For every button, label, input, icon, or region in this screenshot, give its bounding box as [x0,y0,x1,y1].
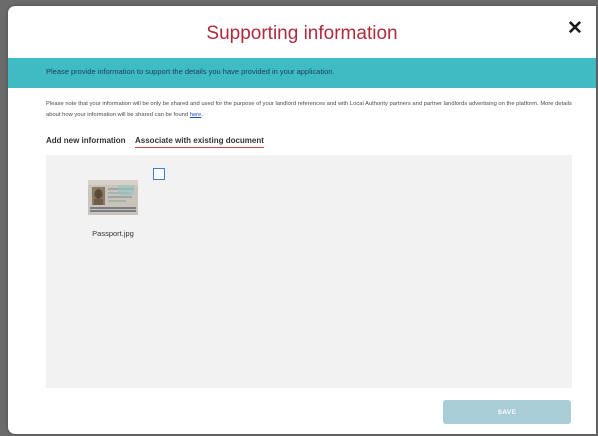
modal-title: Supporting information [206,23,398,44]
tab-add-new-information[interactable]: Add new information [46,136,126,147]
notice-text-end: . [201,112,203,118]
document-select-checkbox[interactable] [153,168,165,180]
document-name: Passport.jpg [92,229,134,238]
passport-thumbnail [88,180,138,215]
document-item[interactable]: Passport.jpg [88,180,138,238]
tab-associate-with-existing-document[interactable]: Associate with existing document [135,136,264,148]
close-icon[interactable]: ✕ [566,19,584,38]
info-banner: Please provide information to support th… [8,58,596,88]
save-button[interactable]: SAVE [443,400,571,424]
document-panel: Passport.jpg [46,155,572,388]
notice-here-link[interactable]: here [190,112,202,118]
supporting-information-modal: Supporting information ✕ Please provide … [8,6,596,434]
banner-text: Please provide information to support th… [46,67,335,76]
privacy-notice: Please note that your information will b… [46,99,576,121]
notice-text: Please note that your information will b… [46,101,572,118]
